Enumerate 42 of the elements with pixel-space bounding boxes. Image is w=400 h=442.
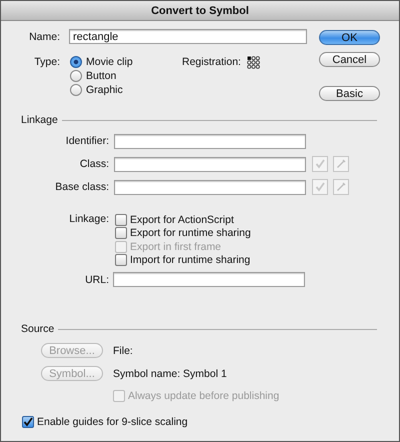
checkbox-label: Export for runtime sharing bbox=[130, 227, 251, 240]
text-field[interactable] bbox=[114, 180, 306, 194]
checkbox-label: Export in first frame bbox=[130, 240, 222, 253]
radio-label: Graphic bbox=[86, 84, 123, 96]
registration-grid-icon[interactable] bbox=[246, 56, 260, 69]
checkbox[interactable] bbox=[22, 416, 34, 428]
field-label: Identifier: bbox=[64, 135, 109, 147]
field-label: Base class: bbox=[54, 181, 109, 193]
text-field[interactable] bbox=[114, 134, 306, 148]
radio-button[interactable] bbox=[70, 56, 82, 68]
checkbox[interactable] bbox=[115, 227, 127, 240]
check-icon[interactable] bbox=[312, 179, 328, 195]
radio-label: Movie clip bbox=[86, 56, 133, 68]
section-title: Source bbox=[21, 323, 54, 335]
source-label: Symbol name: Symbol 1 bbox=[113, 368, 227, 380]
pencil-icon[interactable] bbox=[333, 156, 349, 172]
check-icon[interactable] bbox=[312, 156, 328, 172]
checkbox[interactable] bbox=[115, 254, 127, 266]
checkbox-label: Export for ActionScript bbox=[130, 214, 234, 226]
field-label: URL: bbox=[84, 274, 109, 286]
source-label: File: bbox=[113, 344, 133, 356]
field-label: Type: bbox=[33, 55, 60, 69]
dialog-button[interactable]: Basic bbox=[319, 86, 380, 101]
checkbox[interactable] bbox=[115, 214, 127, 226]
field-label: Registration: bbox=[182, 55, 241, 69]
window-title: Convert to Symbol bbox=[151, 4, 249, 16]
checkbox-label: Import for runtime sharing bbox=[130, 254, 250, 266]
checkbox-label: Enable guides for 9-slice scaling bbox=[37, 416, 188, 428]
pencil-icon[interactable] bbox=[333, 179, 349, 195]
checkbox-label: Always update before publishing bbox=[128, 390, 280, 402]
field-label: Class: bbox=[78, 158, 109, 170]
radio-button[interactable] bbox=[70, 70, 82, 82]
ok-button[interactable]: OK bbox=[319, 30, 380, 45]
field-label: Name: bbox=[28, 30, 60, 42]
field-label: Linkage: bbox=[68, 213, 109, 226]
radio-label: Button bbox=[86, 70, 116, 82]
url-field[interactable] bbox=[113, 272, 305, 287]
text-field[interactable] bbox=[114, 156, 306, 172]
dialog-button[interactable]: Cancel bbox=[319, 52, 380, 67]
section-title: Linkage bbox=[21, 114, 58, 126]
radio-button[interactable] bbox=[70, 84, 82, 96]
name-field[interactable]: rectangle bbox=[69, 29, 307, 44]
